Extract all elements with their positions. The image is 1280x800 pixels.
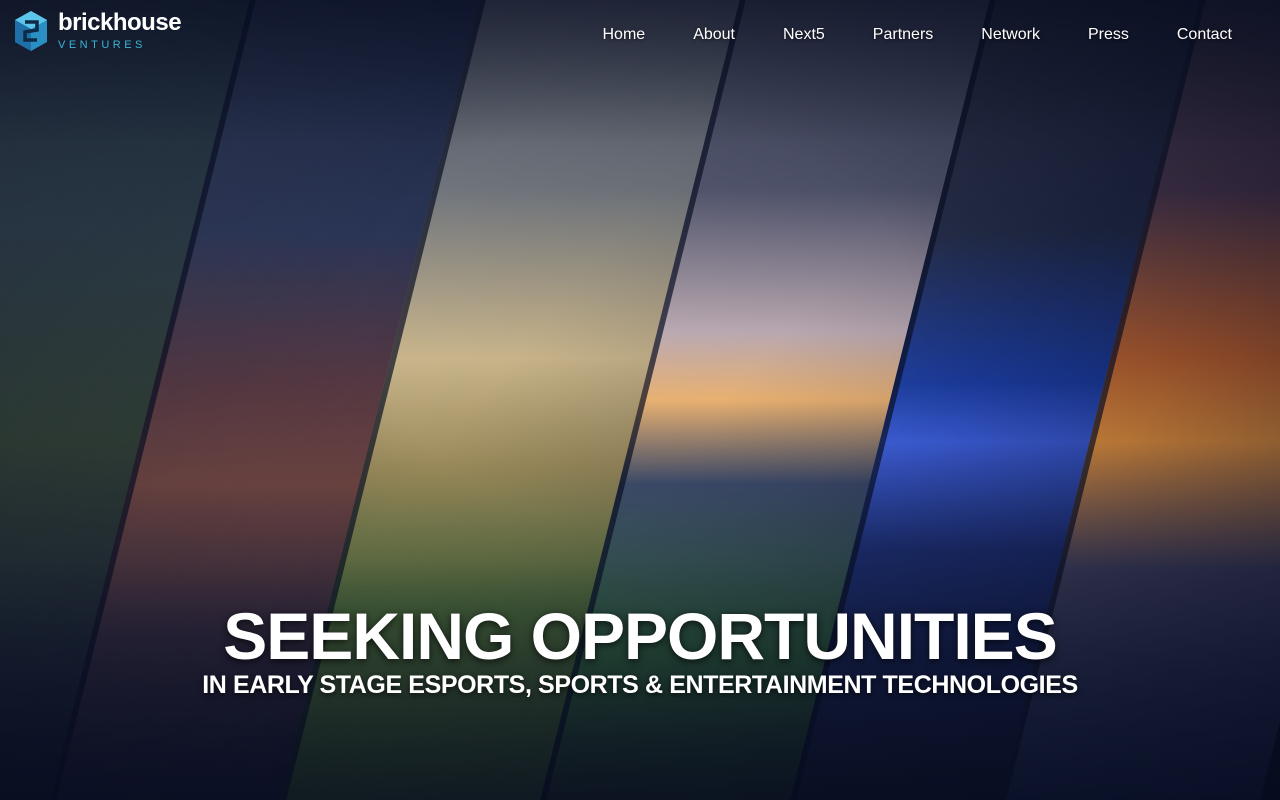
main-nav: Home About Next5 Partners Network Press … <box>555 24 1233 46</box>
nav-next5[interactable]: Next5 <box>783 24 825 46</box>
nav-about[interactable]: About <box>693 24 735 46</box>
brand-logo[interactable]: brickhouse VENTURES <box>14 9 182 52</box>
nav-partners[interactable]: Partners <box>873 24 933 46</box>
nav-contact[interactable]: Contact <box>1177 24 1232 46</box>
brickhouse-hexagon-logo-icon <box>15 11 47 51</box>
hero-headline-block: SEEKING OPPORTUNITIES IN EARLY STAGE ESP… <box>0 598 1280 700</box>
site-header: brickhouse VENTURES Home About Next5 Par… <box>0 0 1280 70</box>
hero-subheadline: IN EARLY STAGE ESPORTS, SPORTS & ENTERTA… <box>202 671 1078 699</box>
hero-headline: SEEKING OPPORTUNITIES <box>223 599 1057 673</box>
brand-name: brickhouse <box>58 9 182 36</box>
nav-home[interactable]: Home <box>603 24 646 46</box>
nav-press[interactable]: Press <box>1088 24 1129 46</box>
nav-network[interactable]: Network <box>981 24 1040 46</box>
brand-tagline: VENTURES <box>58 39 146 51</box>
